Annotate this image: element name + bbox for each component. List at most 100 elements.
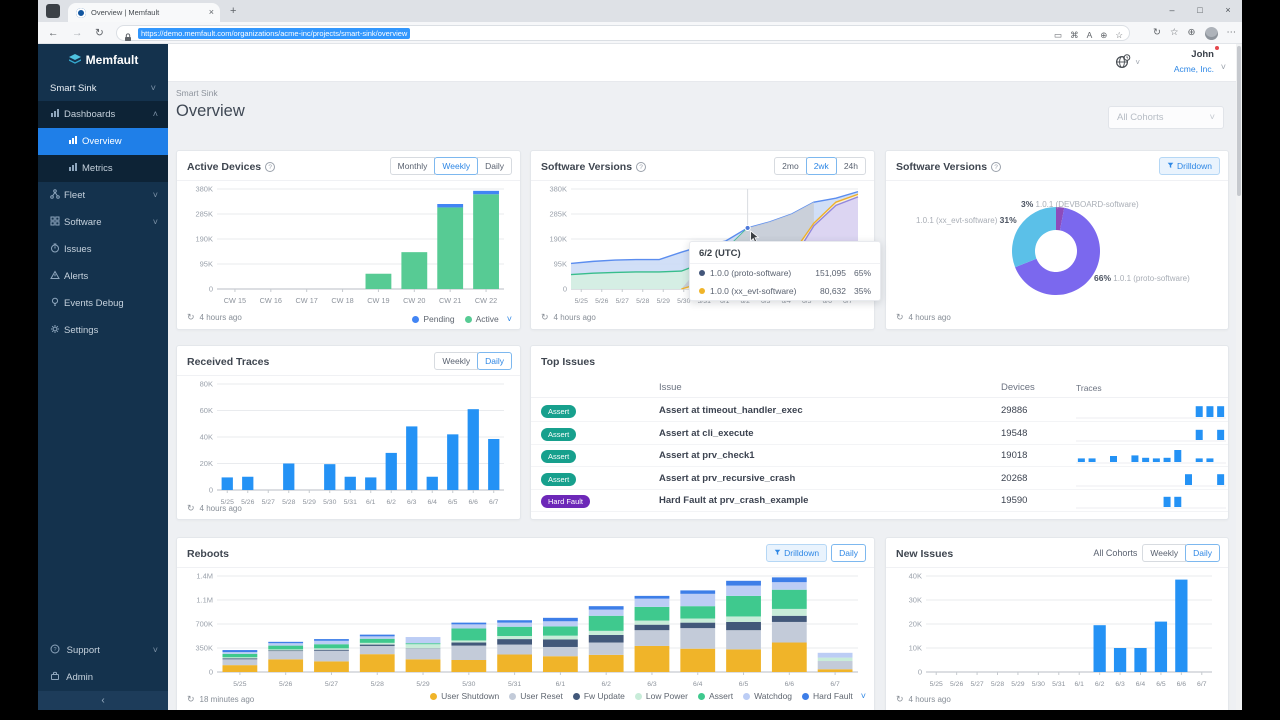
toggle-daily[interactable]: Daily <box>477 157 512 175</box>
clock-icon <box>50 237 64 264</box>
window-maximize-button[interactable]: □ <box>1186 0 1214 22</box>
svg-text:6/7: 6/7 <box>830 681 840 688</box>
cohort-filter-select[interactable]: All Cohorts˅ <box>1108 106 1224 129</box>
svg-text:5/29: 5/29 <box>303 499 316 506</box>
svg-text:380K: 380K <box>549 185 567 194</box>
memfault-logo[interactable]: Memfault <box>38 44 168 76</box>
chevron-down-icon[interactable]: ˅ <box>507 314 512 324</box>
zoom-icon[interactable]: ⊕ <box>1100 30 1107 40</box>
workspace-icon[interactable] <box>46 4 60 18</box>
legend-item[interactable]: Pending <box>402 314 454 324</box>
sidebar-item-admin[interactable]: Admin <box>38 664 168 691</box>
refresh-extension-icon[interactable]: ↻ <box>1153 22 1161 44</box>
media-control-icon[interactable]: ▭ <box>1054 30 1062 40</box>
table-row[interactable]: AssertAssert at timeout_handler_exec2988… <box>531 400 1228 422</box>
table-row[interactable]: AssertAssert at prv_check119018 <box>531 445 1228 467</box>
url-text[interactable]: https://demo.memfault.com/organizations/… <box>138 28 410 39</box>
project-selector[interactable]: Smart Sink˅ <box>38 76 168 101</box>
svg-text:5/26: 5/26 <box>950 681 963 688</box>
toggle-daily[interactable]: Daily <box>477 352 512 370</box>
legend-dot <box>698 693 705 700</box>
timezone-globe-icon[interactable]: ˅ <box>1115 54 1140 74</box>
svg-text:0: 0 <box>209 285 213 294</box>
drilldown-button[interactable]: Drilldown <box>766 544 827 562</box>
traces-sparkline <box>1076 493 1226 516</box>
legend-item[interactable]: Watchdog <box>733 691 792 701</box>
drilldown-button[interactable]: Drilldown <box>1159 157 1220 175</box>
help-icon[interactable]: ? <box>265 162 275 172</box>
issue-title[interactable]: Assert at cli_execute <box>659 423 754 445</box>
window-minimize-button[interactable]: – <box>1158 0 1186 22</box>
tab-close-icon[interactable]: × <box>209 3 214 22</box>
svg-text:6/6: 6/6 <box>469 499 479 506</box>
refresh-icon[interactable]: ↻ <box>187 694 195 704</box>
card-title: Software Versions <box>541 161 632 173</box>
issue-title[interactable]: Assert at prv_check1 <box>659 445 755 467</box>
column-traces: Traces <box>1076 378 1102 398</box>
sidebar-item-metrics[interactable]: Metrics <box>38 155 168 182</box>
keyboard-shortcut-icon[interactable]: ⌘ <box>1070 30 1079 40</box>
table-row[interactable]: AssertAssert at prv_recursive_crash20268 <box>531 468 1228 490</box>
toggle-2mo[interactable]: 2mo <box>774 157 807 175</box>
user-menu[interactable]: John Acme, Inc. ˅ <box>1174 48 1214 76</box>
legend-item[interactable]: Assert <box>688 691 733 701</box>
address-bar[interactable]: https://demo.memfault.com/organizations/… <box>116 25 1130 41</box>
sidebar-item-alerts[interactable]: Alerts <box>38 263 168 290</box>
devices-count: 20268 <box>1001 468 1027 490</box>
help-icon[interactable]: ? <box>991 162 1001 172</box>
sidebar-item-issues[interactable]: Issues <box>38 236 168 263</box>
received-traces-card: Received Traces WeeklyDaily 020K40K60K80… <box>176 345 521 520</box>
read-aloud-icon[interactable]: A <box>1087 30 1093 40</box>
browser-profile-avatar[interactable] <box>1205 27 1218 40</box>
table-row[interactable]: AssertAssert at cli_execute19548 <box>531 423 1228 445</box>
toggle-weekly[interactable]: Weekly <box>434 157 478 175</box>
browser-tab[interactable]: Overview | Memfault × <box>68 3 220 22</box>
browser-menu-icon[interactable]: ⋯ <box>1227 22 1237 44</box>
window-close-button[interactable]: × <box>1214 0 1242 22</box>
refresh-icon[interactable]: ↻ <box>187 503 195 513</box>
svg-text:CW 15: CW 15 <box>224 296 246 305</box>
collections-icon[interactable]: ⊕ <box>1188 22 1196 44</box>
sidebar-item-overview[interactable]: Overview <box>38 128 168 155</box>
svg-text:5/31: 5/31 <box>344 499 357 506</box>
chart-tooltip: 6/2 (UTC) 1.0.0 (proto-software)151,0956… <box>689 241 881 301</box>
bookmark-star-icon[interactable]: ☆ <box>1115 30 1123 40</box>
toggle-2wk[interactable]: 2wk <box>806 157 837 175</box>
refresh-icon[interactable]: ↻ <box>541 312 549 322</box>
chevron-down-icon[interactable]: ˅ <box>861 691 866 701</box>
refresh-icon[interactable]: ↻ <box>187 312 195 322</box>
page-scrollbar[interactable] <box>1236 44 1242 710</box>
sidebar-item-fleet[interactable]: Fleet˅ <box>38 182 168 209</box>
issue-title[interactable]: Hard Fault at prv_crash_example <box>659 490 808 512</box>
legend-item[interactable]: Hard Fault <box>792 691 853 701</box>
reload-icon[interactable]: ↻ <box>95 22 104 44</box>
sidebar-item-events-debug[interactable]: Events Debug <box>38 290 168 317</box>
legend-item[interactable]: User Reset <box>499 691 563 701</box>
sidebar-item-dashboards[interactable]: Dashboards˄ <box>38 101 168 128</box>
toggle-weekly[interactable]: Weekly <box>434 352 478 370</box>
toggle-daily[interactable]: Daily <box>831 544 866 562</box>
toggle-24h[interactable]: 24h <box>836 157 866 175</box>
sidebar-collapse-button[interactable]: ‹ <box>38 691 168 710</box>
toggle-daily[interactable]: Daily <box>1185 544 1220 562</box>
legend-item[interactable]: Fw Update <box>563 691 625 701</box>
refresh-icon[interactable]: ↻ <box>896 312 904 322</box>
new-tab-button[interactable]: + <box>230 0 236 22</box>
help-icon[interactable]: ? <box>636 162 646 172</box>
issue-title[interactable]: Assert at prv_recursive_crash <box>659 468 795 490</box>
refresh-icon[interactable]: ↻ <box>896 694 904 704</box>
sidebar-item-support[interactable]: ? Support ˅ <box>38 637 168 664</box>
table-row[interactable]: Hard FaultHard Fault at prv_crash_exampl… <box>531 490 1228 512</box>
scrollbar-thumb[interactable] <box>1237 46 1241 196</box>
legend-item[interactable]: Active <box>455 314 499 324</box>
issue-title[interactable]: Assert at timeout_handler_exec <box>659 400 803 422</box>
toggle-monthly[interactable]: Monthly <box>390 157 436 175</box>
sidebar-item-software[interactable]: Software˅ <box>38 209 168 236</box>
favorites-icon[interactable]: ☆ <box>1170 22 1179 44</box>
legend-item[interactable]: Low Power <box>625 691 688 701</box>
chevron-down-icon: ˅ <box>150 76 156 101</box>
legend-item[interactable]: User Shutdown <box>420 691 499 701</box>
toggle-weekly[interactable]: Weekly <box>1142 544 1186 562</box>
sidebar-item-settings[interactable]: Settings <box>38 317 168 344</box>
back-icon[interactable]: ← <box>48 22 59 44</box>
